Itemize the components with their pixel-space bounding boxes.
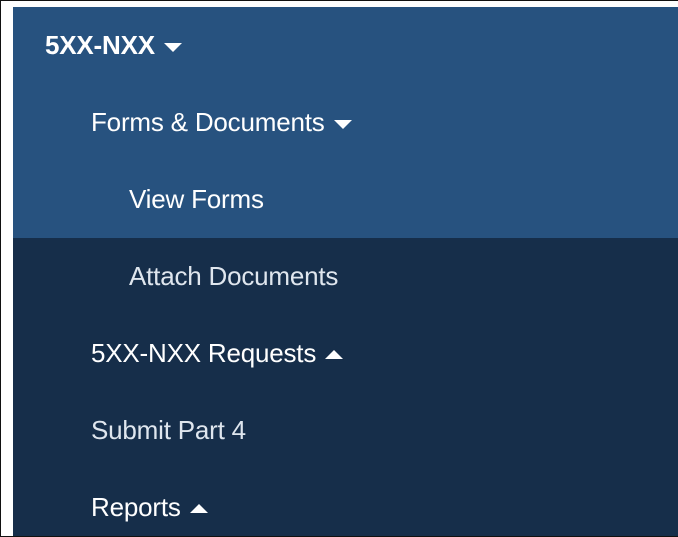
caret-down-icon [163, 43, 182, 52]
nav-item-attach-documents[interactable]: Attach Documents [13, 238, 678, 315]
caret-up-icon [325, 350, 344, 359]
nav-item-label: 5XX-NXX [45, 30, 155, 60]
nav-item-label: Reports [91, 492, 181, 522]
nav-item-view-forms[interactable]: View Forms [13, 161, 678, 238]
caret-up-icon [189, 504, 208, 513]
nav-item-label: Attach Documents [129, 261, 339, 291]
nav-item-reports[interactable]: Reports [13, 469, 678, 536]
nav-item-label: View Forms [129, 184, 264, 214]
nav-item-5xx-nxx-requests[interactable]: 5XX-NXX Requests [13, 315, 678, 392]
caret-down-icon [333, 120, 352, 129]
nav-item-label: 5XX-NXX Requests [91, 338, 317, 368]
nav-item-forms-documents[interactable]: Forms & Documents [13, 84, 678, 161]
nav-item-submit-part-4[interactable]: Submit Part 4 [13, 392, 678, 469]
menu-frame: 5XX-NXX Forms & Documents View Forms Att… [0, 0, 678, 537]
navigation-menu: 5XX-NXX Forms & Documents View Forms Att… [13, 7, 678, 536]
nav-item-5xx-nxx[interactable]: 5XX-NXX [13, 7, 678, 84]
nav-item-label: Forms & Documents [91, 107, 325, 137]
nav-item-label: Submit Part 4 [91, 415, 246, 445]
